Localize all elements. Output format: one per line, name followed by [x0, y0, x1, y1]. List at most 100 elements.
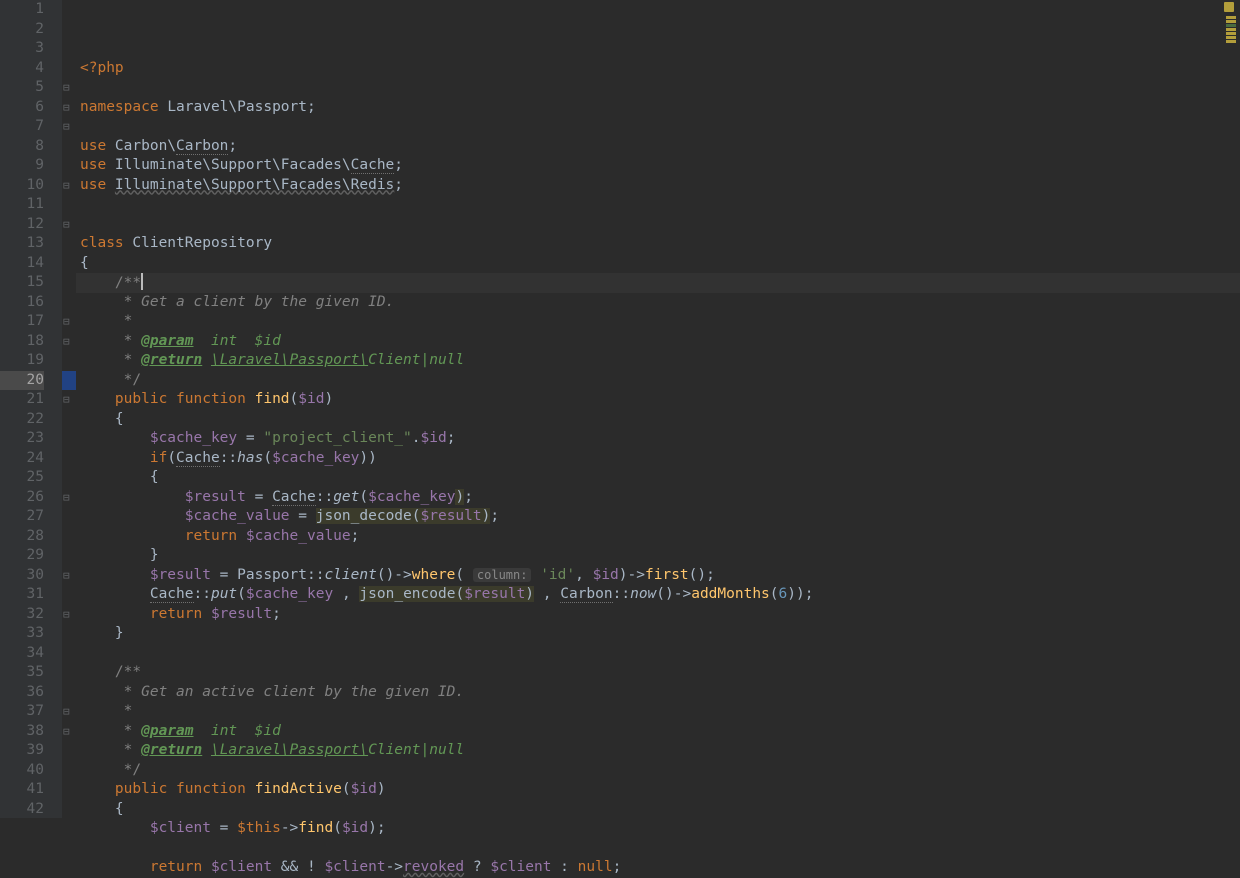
code-line[interactable]: $result = Cache::get($cache_key);: [76, 488, 1240, 508]
line-number[interactable]: 22: [0, 410, 44, 430]
code-line[interactable]: */: [76, 761, 1240, 781]
line-number[interactable]: 7: [0, 117, 44, 137]
code-line[interactable]: {: [76, 800, 1240, 820]
line-number[interactable]: 10: [0, 176, 44, 196]
fold-toggle-icon[interactable]: ⊟: [63, 312, 70, 332]
stripe-mark[interactable]: [1226, 32, 1236, 35]
line-number[interactable]: 19: [0, 351, 44, 371]
fold-toggle-icon[interactable]: ⊟: [63, 117, 70, 137]
line-number[interactable]: 39: [0, 741, 44, 761]
fold-toggle-icon[interactable]: ⊟: [63, 98, 70, 118]
fold-toggle-icon[interactable]: ⊟: [63, 488, 70, 508]
stripe-mark[interactable]: [1226, 24, 1236, 27]
code-line[interactable]: [76, 839, 1240, 859]
code-line[interactable]: Cache::put($cache_key , json_encode($res…: [76, 585, 1240, 605]
line-number[interactable]: 2: [0, 20, 44, 40]
line-number[interactable]: 6: [0, 98, 44, 118]
line-number[interactable]: 28: [0, 527, 44, 547]
line-number[interactable]: 31: [0, 585, 44, 605]
line-number[interactable]: 9: [0, 156, 44, 176]
code-line[interactable]: * Get a client by the given ID.: [76, 293, 1240, 313]
line-number[interactable]: 24: [0, 449, 44, 469]
line-number[interactable]: 13: [0, 234, 44, 254]
line-number[interactable]: 32: [0, 605, 44, 625]
code-line[interactable]: $result = Passport::client()->where( col…: [76, 566, 1240, 586]
code-line[interactable]: *: [76, 312, 1240, 332]
code-line[interactable]: }: [76, 546, 1240, 566]
stripe-mark[interactable]: [1226, 36, 1236, 39]
line-number[interactable]: 34: [0, 644, 44, 664]
code-line[interactable]: [76, 215, 1240, 235]
fold-toggle-icon[interactable]: ⊟: [63, 176, 70, 196]
line-number[interactable]: 5: [0, 78, 44, 98]
line-number[interactable]: 26: [0, 488, 44, 508]
stripe-mark[interactable]: [1226, 20, 1236, 23]
code-line[interactable]: use Carbon\Carbon;: [76, 137, 1240, 157]
fold-toggle-icon[interactable]: ⊟: [63, 702, 70, 722]
code-line[interactable]: }: [76, 624, 1240, 644]
fold-toggle-icon[interactable]: ⊟: [63, 605, 70, 625]
line-number[interactable]: 17: [0, 312, 44, 332]
line-number[interactable]: 25: [0, 468, 44, 488]
line-number[interactable]: 15: [0, 273, 44, 293]
code-line[interactable]: public function find($id): [76, 390, 1240, 410]
stripe-mark[interactable]: [1226, 40, 1236, 43]
code-line[interactable]: /**: [76, 273, 1240, 293]
line-number[interactable]: 29: [0, 546, 44, 566]
fold-column[interactable]: ⊟⊟⊟⊟⊟⊟⊟⊟⊟⊟⊟⊟⊟: [62, 0, 76, 818]
line-number[interactable]: 42: [0, 800, 44, 820]
code-line[interactable]: * @return \Laravel\Passport\Client|null: [76, 741, 1240, 761]
inspection-indicator-icon[interactable]: [1224, 2, 1234, 12]
line-number[interactable]: 33: [0, 624, 44, 644]
code-line[interactable]: * @param int $id: [76, 332, 1240, 352]
line-number[interactable]: 23: [0, 429, 44, 449]
code-line[interactable]: {: [76, 410, 1240, 430]
fold-toggle-icon[interactable]: ⊟: [63, 722, 70, 742]
line-number[interactable]: 37: [0, 702, 44, 722]
code-line[interactable]: *: [76, 702, 1240, 722]
fold-toggle-icon[interactable]: ⊟: [63, 215, 70, 235]
line-number[interactable]: 41: [0, 780, 44, 800]
stripe-mark[interactable]: [1226, 28, 1236, 31]
code-editor[interactable]: 1234567891011121314151617181920212223242…: [0, 0, 1240, 818]
code-line[interactable]: * Get an active client by the given ID.: [76, 683, 1240, 703]
code-line[interactable]: {: [76, 468, 1240, 488]
code-line[interactable]: $cache_value = json_decode($result);: [76, 507, 1240, 527]
line-number[interactable]: 3: [0, 39, 44, 59]
fold-toggle-icon[interactable]: ⊟: [63, 332, 70, 352]
stripe-mark[interactable]: [1226, 16, 1236, 19]
code-line[interactable]: [76, 117, 1240, 137]
code-line[interactable]: namespace Laravel\Passport;: [76, 98, 1240, 118]
line-number[interactable]: 40: [0, 761, 44, 781]
line-number[interactable]: 18: [0, 332, 44, 352]
line-number[interactable]: 21: [0, 390, 44, 410]
code-line[interactable]: * @param int $id: [76, 722, 1240, 742]
line-number[interactable]: 4: [0, 59, 44, 79]
line-number[interactable]: 36: [0, 683, 44, 703]
line-number[interactable]: 8: [0, 137, 44, 157]
code-line[interactable]: use Illuminate\Support\Facades\Redis;: [76, 176, 1240, 196]
code-line[interactable]: [76, 195, 1240, 215]
code-line[interactable]: * @return \Laravel\Passport\Client|null: [76, 351, 1240, 371]
line-number[interactable]: 38: [0, 722, 44, 742]
code-line[interactable]: return $result;: [76, 605, 1240, 625]
code-line[interactable]: */: [76, 371, 1240, 391]
code-line[interactable]: class ClientRepository: [76, 234, 1240, 254]
fold-toggle-icon[interactable]: ⊟: [63, 78, 70, 98]
code-line[interactable]: if(Cache::has($cache_key)): [76, 449, 1240, 469]
code-line[interactable]: [76, 78, 1240, 98]
line-number[interactable]: 1: [0, 0, 44, 20]
code-area[interactable]: <?php namespace Laravel\Passport; use Carb…: [76, 0, 1240, 818]
line-number[interactable]: 11: [0, 195, 44, 215]
error-stripe[interactable]: [1224, 2, 1238, 44]
line-number[interactable]: 27: [0, 507, 44, 527]
line-number[interactable]: 35: [0, 663, 44, 683]
code-line[interactable]: {: [76, 254, 1240, 274]
code-line[interactable]: use Illuminate\Support\Facades\Cache;: [76, 156, 1240, 176]
line-number[interactable]: 14: [0, 254, 44, 274]
fold-toggle-icon[interactable]: ⊟: [63, 566, 70, 586]
code-line[interactable]: public function findActive($id): [76, 780, 1240, 800]
code-line[interactable]: $cache_key = "project_client_".$id;: [76, 429, 1240, 449]
line-number[interactable]: 30: [0, 566, 44, 586]
code-line[interactable]: <?php: [76, 59, 1240, 79]
